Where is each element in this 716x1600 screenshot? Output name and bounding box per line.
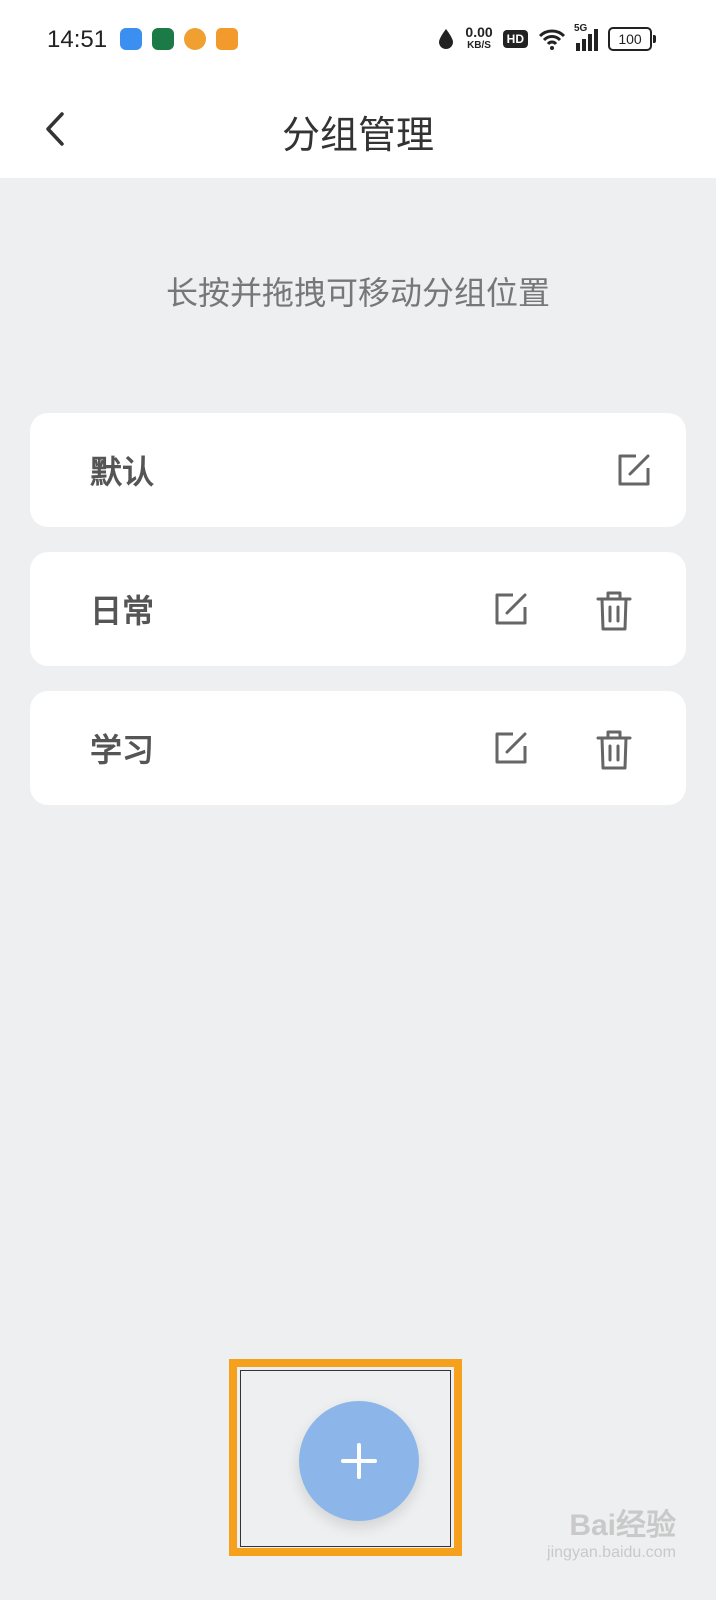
page-title: 分组管理 [281,113,434,157]
group-card-study[interactable]: 学习 [30,691,686,805]
drag-hint-text: 长按并拖拽可移动分组位置 [165,274,550,312]
edit-icon [495,593,527,625]
status-bar: 14:51 0.00 KB/S HD 5G 100 [0,0,716,82]
edit-icon [618,454,650,486]
add-group-button[interactable] [299,1401,419,1521]
battery-icon: 100 [608,27,656,51]
nav-bar: 分组管理 [0,82,716,178]
edit-group-button[interactable] [491,589,531,629]
watermark: Bai经验 jingyan.baidu.com [547,1500,676,1562]
app-notification-icon [120,28,142,50]
group-list: 默认 日常 学习 [30,413,686,830]
group-card-daily[interactable]: 日常 [30,552,686,666]
network-speed-unit: KB/S [467,40,491,51]
hd-badge: HD [502,30,528,48]
watermark-site: jingyan.baidu.com [547,1544,676,1561]
trash-icon [596,591,632,631]
delete-group-button[interactable] [594,589,634,631]
system-icons: 0.00 KB/S HD 5G 100 [437,23,656,52]
network-speed: 0.00 KB/S [465,24,493,52]
wifi-icon [538,29,566,50]
notification-icons [120,28,238,50]
group-name: 日常 [90,592,155,630]
app-notification-icon [184,28,206,50]
group-card-default[interactable]: 默认 [30,413,686,527]
status-time: 14:51 [47,26,108,53]
trash-icon [596,730,632,770]
group-name: 学习 [90,731,155,769]
watermark-brand: Bai经验 [569,1509,676,1542]
plus-icon [341,1443,377,1479]
delete-group-button[interactable] [594,728,634,770]
group-name: 默认 [90,453,155,491]
network-type-label: 5G [574,23,588,34]
network-speed-value: 0.00 [465,24,493,40]
edit-icon [495,732,527,764]
data-saver-icon [439,29,454,49]
edit-group-button[interactable] [491,728,531,768]
cellular-signal-icon: 5G [574,23,598,51]
app-notification-icon [152,28,174,50]
edit-group-button[interactable] [614,450,654,490]
game-notification-icon [216,28,238,50]
